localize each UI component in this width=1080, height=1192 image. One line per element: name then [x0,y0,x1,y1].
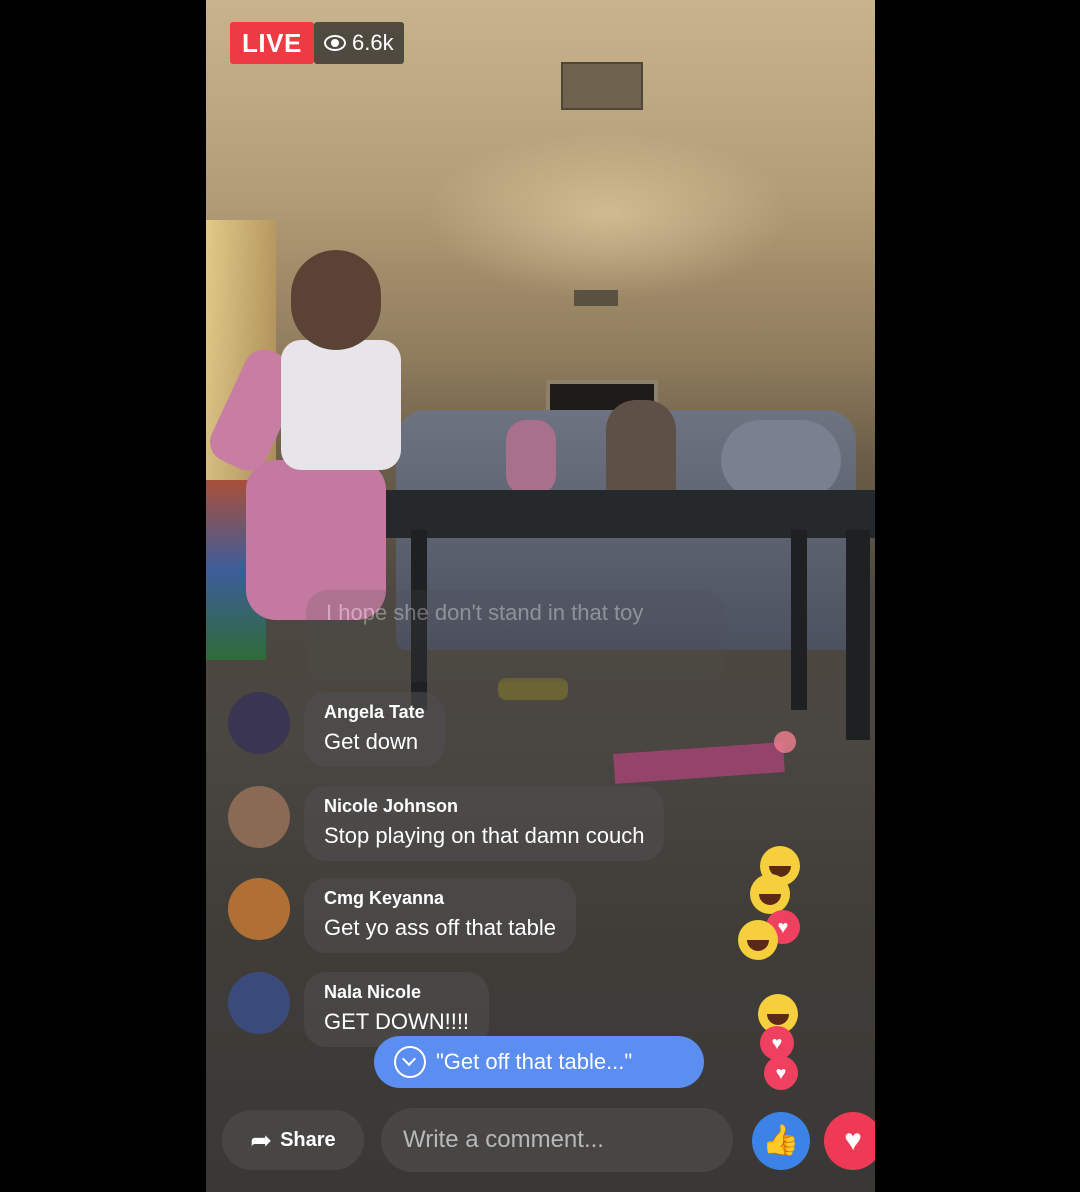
floating-heart-icon [774,731,796,753]
comment-bubble: Nicole Johnson Stop playing on that damn… [304,786,665,861]
comment-text: I hope she don't stand in that toy [326,600,644,625]
ceiling-vent [561,62,643,110]
thumbs-up-icon: 👍 [762,1124,800,1157]
share-button[interactable]: ➦ Share [222,1110,364,1170]
avatar[interactable] [228,972,290,1034]
comment-item[interactable]: Cmg Keyanna Get yo ass off that table [228,878,576,953]
avatar[interactable] [228,786,290,848]
table-leg [791,530,807,710]
like-button[interactable]: 👍 [752,1112,810,1170]
viewer-count: 6.6k [352,30,394,55]
haha-reaction-icon [750,874,790,914]
new-comment-preview: "Get off that table..." [436,1049,633,1074]
comment-item: I hope she don't stand in that toy [306,590,726,682]
haha-reaction-icon [738,920,778,960]
eye-icon [324,35,346,51]
comment-author[interactable]: Nicole Johnson [324,796,644,817]
child-on-table [206,250,426,630]
comment-item[interactable]: Nicole Johnson Stop playing on that damn… [228,786,665,861]
share-icon: ➦ [250,1124,273,1155]
comment-input[interactable] [381,1108,733,1172]
child-on-couch [606,400,676,495]
comment-item[interactable]: Angela Tate Get down [228,692,445,767]
live-badge: LIVE [230,22,314,64]
viewer-count-badge: 6.6k [314,22,404,64]
child-on-couch [506,420,556,495]
heart-icon: ♥ [844,1124,862,1157]
love-button[interactable]: ♥ [824,1112,875,1170]
comment-author[interactable]: Cmg Keyanna [324,888,556,909]
new-comment-pill[interactable]: "Get off that table..." [374,1036,704,1088]
avatar[interactable] [228,878,290,940]
ceiling-light [574,290,618,306]
comment-text: Get down [324,729,419,754]
share-label: Share [280,1128,336,1151]
comment-bubble: Cmg Keyanna Get yo ass off that table [304,878,576,953]
floor-mat [613,742,785,784]
chevron-down-icon [394,1046,426,1078]
live-video-screen: LIVE 6.6k I hope she don't stand in that… [206,0,875,1192]
comment-text: Stop playing on that damn couch [324,823,645,848]
comment-text: Get yo ass off that table [324,915,556,940]
table-leg [846,530,870,740]
couch-arm [721,420,841,500]
love-reaction-icon: ♥ [760,1026,794,1060]
comment-author[interactable]: Nala Nicole [324,982,469,1003]
comment-author[interactable]: Angela Tate [324,702,425,723]
floating-reactions: ♥ ♥ ♥ [726,840,806,1100]
love-reaction-icon: ♥ [764,1056,798,1090]
comment-bubble: I hope she don't stand in that toy [306,590,726,682]
comment-text: GET DOWN!!!! [324,1009,470,1034]
avatar[interactable] [228,692,290,754]
comment-bubble: Angela Tate Get down [304,692,445,767]
